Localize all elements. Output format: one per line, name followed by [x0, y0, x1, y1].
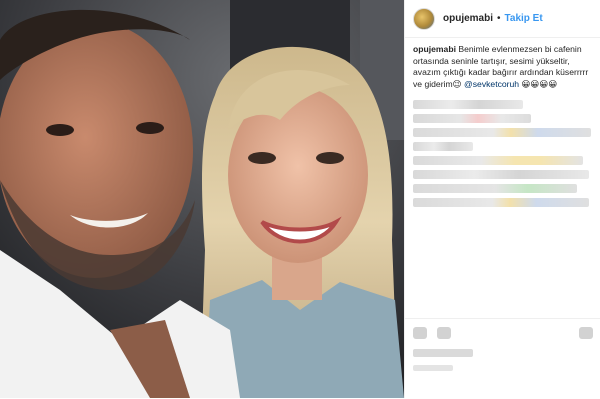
blurred-comment: [413, 184, 577, 194]
blurred-comment: [413, 128, 591, 138]
blurred-comment: [413, 114, 531, 124]
blurred-comment: [413, 100, 523, 110]
selfie-image: [0, 0, 404, 398]
blurred-comment: [413, 142, 473, 152]
post-photo[interactable]: [0, 0, 404, 398]
blurred-comments: [405, 91, 600, 208]
post-date-blurred: [413, 365, 453, 371]
post-header: opujemabi • Takip Et: [405, 0, 600, 38]
blurred-comment: [413, 170, 589, 180]
username-link[interactable]: opujemabi: [443, 13, 493, 24]
trailing-emojis: 😀😀😀😀: [521, 79, 558, 90]
likes-count-blurred: [413, 349, 473, 357]
post-side-panel: opujemabi • Takip Et opujemabi Benimle e…: [404, 0, 600, 398]
like-icon[interactable]: [413, 327, 427, 339]
comment-icon[interactable]: [437, 327, 451, 339]
blurred-comment: [413, 198, 589, 208]
save-icon[interactable]: [579, 327, 593, 339]
separator-dot: •: [497, 13, 501, 24]
blurred-comment: [413, 156, 583, 166]
caption-username[interactable]: opujemabi: [413, 44, 456, 54]
post-caption: opujemabi Benimle evlenmezsen bi cafenin…: [405, 38, 600, 91]
action-icons: [405, 319, 600, 339]
mention-link[interactable]: @sevketcoruh: [464, 79, 519, 89]
post-actions: [405, 318, 600, 399]
caption-emoji: 😉: [452, 79, 462, 90]
avatar[interactable]: [413, 7, 435, 30]
follow-button[interactable]: Takip Et: [505, 13, 543, 24]
